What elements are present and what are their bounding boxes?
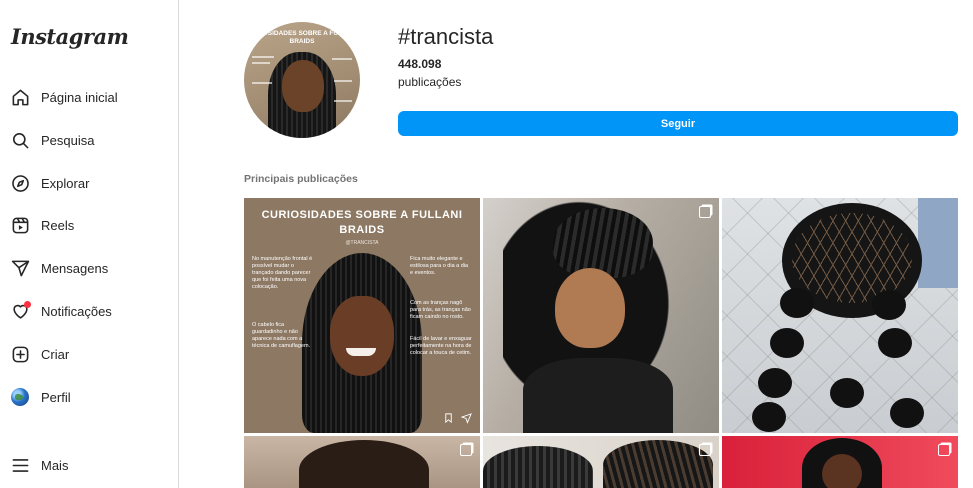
avatar-title: CURIOSIDADES SOBRE A FULLANI BRAIDS (246, 30, 358, 45)
page-title: #trancista (398, 24, 494, 49)
profile-avatar (10, 387, 30, 407)
plus-square-icon (10, 344, 30, 364)
sidebar-item-label: Página inicial (41, 89, 118, 105)
post-thumbnail[interactable] (722, 436, 958, 488)
post-bullet: Fácil de lavar e enxaguar perfeitamente … (410, 336, 472, 356)
carousel-icon (938, 444, 950, 456)
post-title: CURIOSIDADES SOBRE A FULLANI BRAIDS (261, 209, 463, 236)
post-thumbnail[interactable] (483, 436, 719, 488)
heart-icon (10, 301, 31, 321)
notification-dot (24, 301, 31, 308)
hashtag-avatar: CURIOSIDADES SOBRE A FULLANI BRAIDS (244, 22, 360, 138)
sidebar-item-label: Perfil (41, 389, 71, 405)
carousel-icon (699, 444, 711, 456)
sidebar-item-explore[interactable]: Explorar (10, 168, 170, 198)
send-icon (460, 412, 472, 427)
section-title: Principais publicações (244, 173, 358, 185)
post-thumbnail[interactable] (483, 198, 719, 433)
follow-button[interactable]: Seguir (398, 111, 958, 136)
post-bullet: Fica muito elegante e estilosa para o di… (410, 256, 469, 276)
sidebar: Instagram Página inicial Pesquisa Explor… (0, 0, 179, 488)
instagram-logo[interactable]: Instagram (11, 24, 129, 49)
post-bullet: O cabelo fica guardadinho e não aparece … (252, 322, 311, 349)
sidebar-item-more[interactable]: Mais (10, 450, 170, 480)
sidebar-item-create[interactable]: Criar (10, 339, 170, 369)
sidebar-item-reels[interactable]: Reels (10, 210, 170, 240)
sidebar-item-home[interactable]: Página inicial (10, 82, 170, 112)
search-icon (10, 130, 30, 150)
sidebar-item-label: Reels (41, 217, 75, 233)
post-thumbnail[interactable] (722, 198, 958, 433)
send-icon (10, 258, 30, 278)
sidebar-item-profile[interactable]: Perfil (10, 382, 170, 412)
sidebar-item-label: Mensagens (41, 260, 109, 276)
home-icon (10, 87, 30, 107)
post-bullet: Com as tranças nagô para trás, as trança… (410, 300, 471, 320)
sidebar-item-label: Mais (41, 457, 69, 473)
bookmark-icon (443, 412, 454, 427)
sidebar-item-label: Pesquisa (41, 132, 95, 148)
carousel-icon (460, 444, 472, 456)
sidebar-item-label: Notificações (41, 303, 112, 319)
compass-icon (10, 173, 30, 193)
sidebar-item-label: Explorar (41, 175, 90, 191)
post-handle: @TRANCISTA (345, 240, 379, 246)
post-thumbnail[interactable] (244, 436, 480, 488)
reels-icon (10, 215, 30, 235)
menu-icon (10, 455, 30, 475)
sidebar-item-label: Criar (41, 346, 70, 362)
post-count-label: publicações (398, 75, 462, 89)
sidebar-item-search[interactable]: Pesquisa (10, 125, 170, 155)
sidebar-item-notifications[interactable]: Notificações (10, 296, 170, 326)
sidebar-item-messages[interactable]: Mensagens (10, 253, 170, 283)
post-bullet: No manutenção frontal é possível mudar o… (252, 256, 313, 290)
post-thumbnail[interactable]: CURIOSIDADES SOBRE A FULLANI BRAIDS @TRA… (244, 198, 480, 433)
post-count: 448.098 (398, 57, 442, 71)
carousel-icon (699, 206, 711, 218)
